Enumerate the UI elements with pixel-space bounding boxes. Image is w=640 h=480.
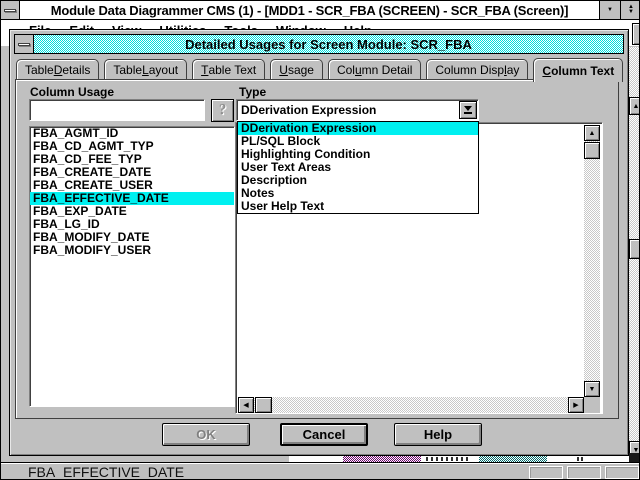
type-dropdown-list[interactable]: DDerivation ExpressionPL/SQL BlockHighli… [237, 121, 479, 214]
statusbar-panel [567, 466, 601, 479]
restore-button[interactable]: ▲ ▼ [620, 1, 640, 19]
system-menu-icon [18, 43, 30, 46]
minimize-button[interactable]: ▼ [599, 1, 620, 19]
mdi-restore-button[interactable] [632, 23, 640, 45]
help-button[interactable]: Help [394, 423, 482, 446]
help-button-label: Help [424, 427, 452, 442]
detailed-usages-dialog: Detailed Usages for Screen Module: SCR_F… [9, 29, 629, 456]
tab-column-text[interactable]: Column Text [533, 58, 623, 82]
tab-table-text[interactable]: Table Text [192, 59, 265, 79]
window-title: Module Data Diagrammer CMS (1) - [MDD1 -… [20, 3, 599, 18]
cancel-button-label: Cancel [303, 427, 346, 442]
tab-bar: Table DetailsTable LayoutTable TextUsage… [16, 58, 624, 82]
statusbar-text: FBA_EFFECTIVE_DATE [28, 464, 184, 480]
tab-column-detail[interactable]: Column Detail [328, 59, 421, 79]
system-menu-button[interactable] [1, 1, 20, 19]
cancel-button[interactable]: Cancel [280, 423, 368, 446]
restore-down-icon: ▼ [628, 10, 634, 15]
dropdown-option[interactable]: User Help Text [238, 200, 478, 213]
background-artifact [426, 457, 468, 461]
ok-button-label: OK [196, 427, 216, 442]
tab-usage[interactable]: Usage [270, 59, 323, 79]
system-menu-icon [4, 9, 16, 12]
tab-column-display[interactable]: Column Display [426, 59, 528, 79]
dropdown-option[interactable]: Description [238, 174, 478, 187]
statusbar-panel [529, 466, 563, 479]
statusbar-panel [605, 466, 639, 479]
tab-table-details[interactable]: Table Details [16, 59, 99, 79]
main-titlebar: Module Data Diagrammer CMS (1) - [MDD1 -… [1, 1, 640, 20]
dialog-system-menu-button[interactable] [15, 35, 34, 53]
screen: Module Data Diagrammer CMS (1) - [MDD1 -… [0, 0, 640, 480]
background-artifact [577, 457, 585, 461]
dialog-title: Detailed Usages for Screen Module: SCR_F… [34, 35, 623, 53]
minimize-icon: ▼ [607, 8, 613, 13]
main-scroll-thumb[interactable] [629, 239, 640, 259]
main-scroll-up-button[interactable]: ▲ [629, 97, 640, 115]
ok-button[interactable]: OK [162, 423, 250, 446]
dialog-titlebar: Detailed Usages for Screen Module: SCR_F… [14, 34, 624, 54]
tab-table-layout[interactable]: Table Layout [104, 59, 187, 79]
